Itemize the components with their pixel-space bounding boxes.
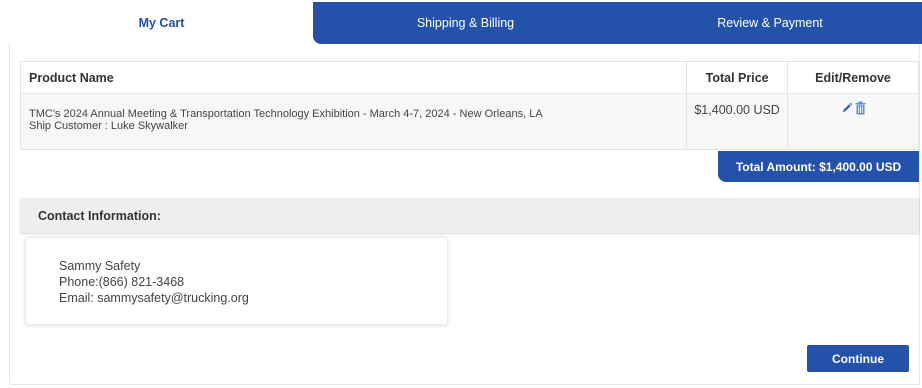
product-price: $1,400.00 USD [686,93,789,150]
checkout-panel [9,2,920,385]
product-title: TMC's 2024 Annual Meeting & Transportati… [29,108,543,120]
column-header-edit-remove: Edit/Remove [787,61,919,94]
total-amount: Total Amount: $1,400.00 USD [718,151,919,182]
contact-information-header: Contact Information: [20,198,919,233]
tab-shipping-billing[interactable]: Shipping & Billing [313,2,618,44]
continue-button[interactable]: Continue [807,345,909,372]
contact-phone: Phone:(866) 821-3468 [59,275,185,289]
contact-card: Sammy Safety Phone:(866) 821-3468 Email:… [25,237,448,325]
table-row: TMC's 2024 Annual Meeting & Transportati… [19,93,919,150]
tab-review-payment[interactable]: Review & Payment [618,2,922,44]
checkout-steps: My Cart Shipping & Billing Review & Paym… [9,2,922,44]
edit-remove-cell [787,93,919,150]
product-name-cell: TMC's 2024 Annual Meeting & Transportati… [19,93,688,150]
edit-pencil-icon[interactable] [841,102,853,114]
tab-my-cart[interactable]: My Cart [9,2,314,44]
trash-icon[interactable] [855,101,866,115]
column-header-total-price: Total Price [686,61,789,94]
table-header-row: Product Name Total Price Edit/Remove [19,61,919,94]
contact-email: Email: sammysafety@trucking.org [59,291,249,305]
contact-name: Sammy Safety [59,259,141,273]
cart-table: Product Name Total Price Edit/Remove TMC… [19,61,919,150]
ship-customer: Ship Customer : Luke Skywalker [29,120,188,132]
column-header-product-name: Product Name [19,61,688,94]
